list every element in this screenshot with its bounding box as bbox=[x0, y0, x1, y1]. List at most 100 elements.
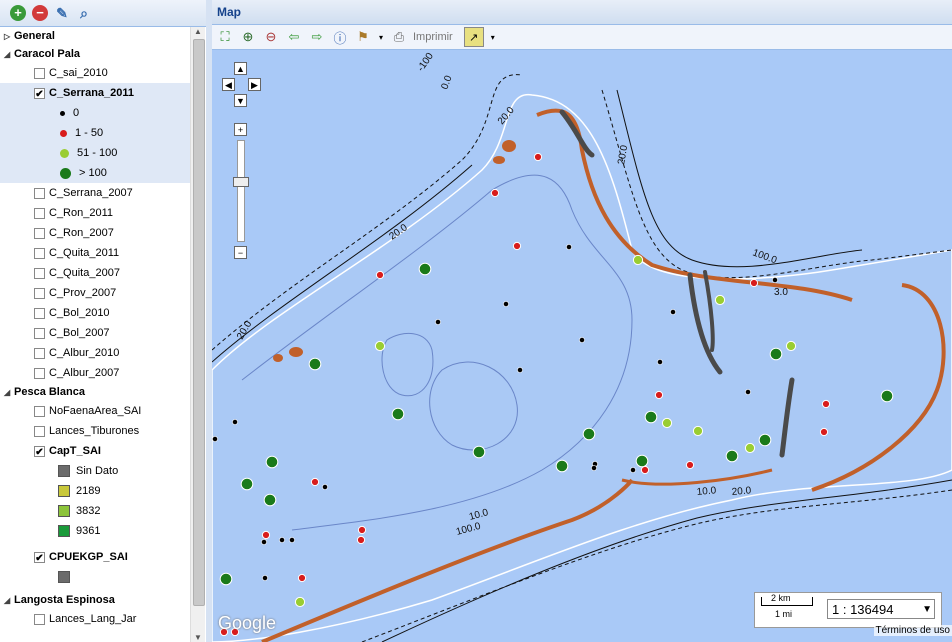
full-extent-icon[interactable]: ⛶ bbox=[216, 28, 234, 46]
chevron-down-icon[interactable]: ▾ bbox=[377, 28, 385, 46]
collapse-icon[interactable]: ◢ bbox=[4, 50, 14, 59]
sample-point[interactable] bbox=[769, 347, 783, 361]
group-general[interactable]: ▷ General bbox=[0, 27, 190, 45]
layer-checkbox[interactable] bbox=[34, 327, 45, 339]
zoom-in-button[interactable]: + bbox=[234, 123, 247, 136]
layer-c-quita-2007[interactable]: C_Quita_2007 bbox=[0, 263, 190, 283]
scroll-down-icon[interactable]: ▼ bbox=[194, 633, 202, 642]
wrench-icon[interactable]: ✎ bbox=[54, 5, 70, 21]
layer-lances-lang-jar[interactable]: Lances_Lang_Jar bbox=[0, 609, 190, 629]
sample-point[interactable] bbox=[374, 340, 386, 352]
layer-checkbox[interactable] bbox=[34, 227, 45, 239]
magnifier-icon[interactable]: ⌕ bbox=[76, 5, 92, 21]
sample-point[interactable] bbox=[566, 244, 572, 250]
terms-link[interactable]: Términos de uso bbox=[873, 625, 952, 636]
sample-point[interactable] bbox=[635, 454, 649, 468]
layer-checkbox-checked[interactable]: ✔ bbox=[34, 87, 45, 100]
sample-point[interactable] bbox=[435, 319, 441, 325]
sample-point[interactable] bbox=[630, 467, 636, 473]
sample-point[interactable] bbox=[654, 390, 664, 400]
layer-checkbox[interactable] bbox=[34, 287, 45, 299]
chart-icon[interactable]: ↗ bbox=[463, 27, 484, 47]
sample-point[interactable] bbox=[261, 530, 271, 540]
collapse-icon[interactable]: ◢ bbox=[4, 596, 14, 605]
sample-point[interactable] bbox=[725, 449, 739, 463]
sample-point[interactable] bbox=[310, 477, 320, 487]
layer-checkbox[interactable] bbox=[34, 367, 45, 379]
back-arrow-icon[interactable]: ⇦ bbox=[285, 28, 303, 46]
sample-point[interactable] bbox=[322, 484, 328, 490]
zoom-level-select[interactable]: 1 : 136494 ▼ bbox=[827, 599, 935, 619]
sample-point[interactable] bbox=[265, 455, 279, 469]
printer-icon[interactable]: ⎙ bbox=[390, 28, 408, 46]
pan-left-button[interactable]: ◀ bbox=[222, 78, 235, 91]
print-button[interactable]: Imprimir bbox=[413, 31, 453, 43]
sample-point[interactable] bbox=[263, 493, 277, 507]
layer-scrollbar[interactable]: ▲ ▼ bbox=[190, 27, 205, 642]
sample-point[interactable] bbox=[579, 337, 585, 343]
layer-checkbox[interactable] bbox=[34, 347, 45, 359]
pan-right-button[interactable]: ▶ bbox=[248, 78, 261, 91]
layer-checkbox[interactable] bbox=[34, 307, 45, 319]
sample-point[interactable] bbox=[289, 537, 295, 543]
sample-point[interactable] bbox=[375, 270, 385, 280]
sample-point[interactable] bbox=[356, 535, 366, 545]
layer-lances-tiburones[interactable]: Lances_Tiburones bbox=[0, 421, 190, 441]
pan-up-button[interactable]: ▲ bbox=[234, 62, 247, 75]
sample-point[interactable] bbox=[232, 419, 238, 425]
sample-point[interactable] bbox=[880, 389, 894, 403]
layer-checkbox[interactable] bbox=[34, 425, 45, 437]
sample-point[interactable] bbox=[308, 357, 322, 371]
forward-arrow-icon[interactable]: ⇨ bbox=[308, 28, 326, 46]
group-langosta-espinosa[interactable]: ◢ Langosta Espinosa bbox=[0, 591, 190, 609]
layer-c-quita-2011[interactable]: C_Quita_2011 bbox=[0, 243, 190, 263]
sample-point[interactable] bbox=[640, 465, 650, 475]
layer-checkbox[interactable] bbox=[34, 207, 45, 219]
zoom-out-icon[interactable]: ⊖ bbox=[262, 28, 280, 46]
layer-checkbox[interactable] bbox=[34, 187, 45, 199]
sample-point[interactable] bbox=[219, 572, 233, 586]
layer-checkbox[interactable] bbox=[34, 613, 45, 625]
sample-point[interactable] bbox=[657, 359, 663, 365]
layer-checkbox-checked[interactable]: ✔ bbox=[34, 551, 45, 564]
measure-icon[interactable]: ⚑ bbox=[354, 28, 372, 46]
sample-point[interactable] bbox=[517, 367, 523, 373]
layer-checkbox[interactable] bbox=[34, 67, 45, 79]
zoom-slider-track[interactable] bbox=[237, 140, 245, 242]
layer-c-sai-2010[interactable]: C_sai_2010 bbox=[0, 63, 190, 83]
sample-point[interactable] bbox=[212, 436, 218, 442]
remove-layer-icon[interactable]: − bbox=[32, 5, 48, 21]
scroll-up-icon[interactable]: ▲ bbox=[194, 27, 202, 36]
zoom-in-icon[interactable]: ⊕ bbox=[239, 28, 257, 46]
sample-point[interactable] bbox=[772, 277, 778, 283]
sample-point[interactable] bbox=[670, 309, 676, 315]
sample-point[interactable] bbox=[758, 433, 772, 447]
layer-c-albur-2010[interactable]: C_Albur_2010 bbox=[0, 343, 190, 363]
layer-c-ron-2007[interactable]: C_Ron_2007 bbox=[0, 223, 190, 243]
layer-c-ron-2011[interactable]: C_Ron_2011 bbox=[0, 203, 190, 223]
sample-point[interactable] bbox=[472, 445, 486, 459]
sample-point[interactable] bbox=[714, 294, 726, 306]
sample-point[interactable] bbox=[745, 389, 751, 395]
layer-cpuekgp-sai[interactable]: ✔ CPUEKGP_SAI bbox=[0, 547, 190, 567]
sample-point[interactable] bbox=[357, 525, 367, 535]
sample-point[interactable] bbox=[591, 465, 597, 471]
chevron-down-icon[interactable]: ▼ bbox=[922, 600, 932, 620]
layer-c-serrana-2011[interactable]: ✔ C_Serrana_2011 bbox=[0, 83, 190, 103]
sample-point[interactable] bbox=[391, 407, 405, 421]
sample-point[interactable] bbox=[297, 573, 307, 583]
chevron-down-icon[interactable]: ▾ bbox=[489, 28, 497, 46]
layer-capt-sai[interactable]: ✔ CapT_SAI bbox=[0, 441, 190, 461]
info-icon[interactable]: ⓘ bbox=[331, 28, 349, 46]
sample-point[interactable] bbox=[744, 442, 756, 454]
layer-c-serrana-2007[interactable]: C_Serrana_2007 bbox=[0, 183, 190, 203]
layer-c-prov-2007[interactable]: C_Prov_2007 bbox=[0, 283, 190, 303]
layer-checkbox-checked[interactable]: ✔ bbox=[34, 445, 45, 458]
scroll-thumb[interactable] bbox=[193, 39, 205, 606]
sample-point[interactable] bbox=[262, 575, 268, 581]
sample-point[interactable] bbox=[821, 399, 831, 409]
layer-c-bol-2010[interactable]: C_Bol_2010 bbox=[0, 303, 190, 323]
bathymetry-map[interactable]: -100 0.0 20.0 20.0 20.0 20.0 100.0 10.0 … bbox=[212, 50, 952, 642]
sample-point[interactable] bbox=[279, 537, 285, 543]
pan-down-button[interactable]: ▼ bbox=[234, 94, 247, 107]
